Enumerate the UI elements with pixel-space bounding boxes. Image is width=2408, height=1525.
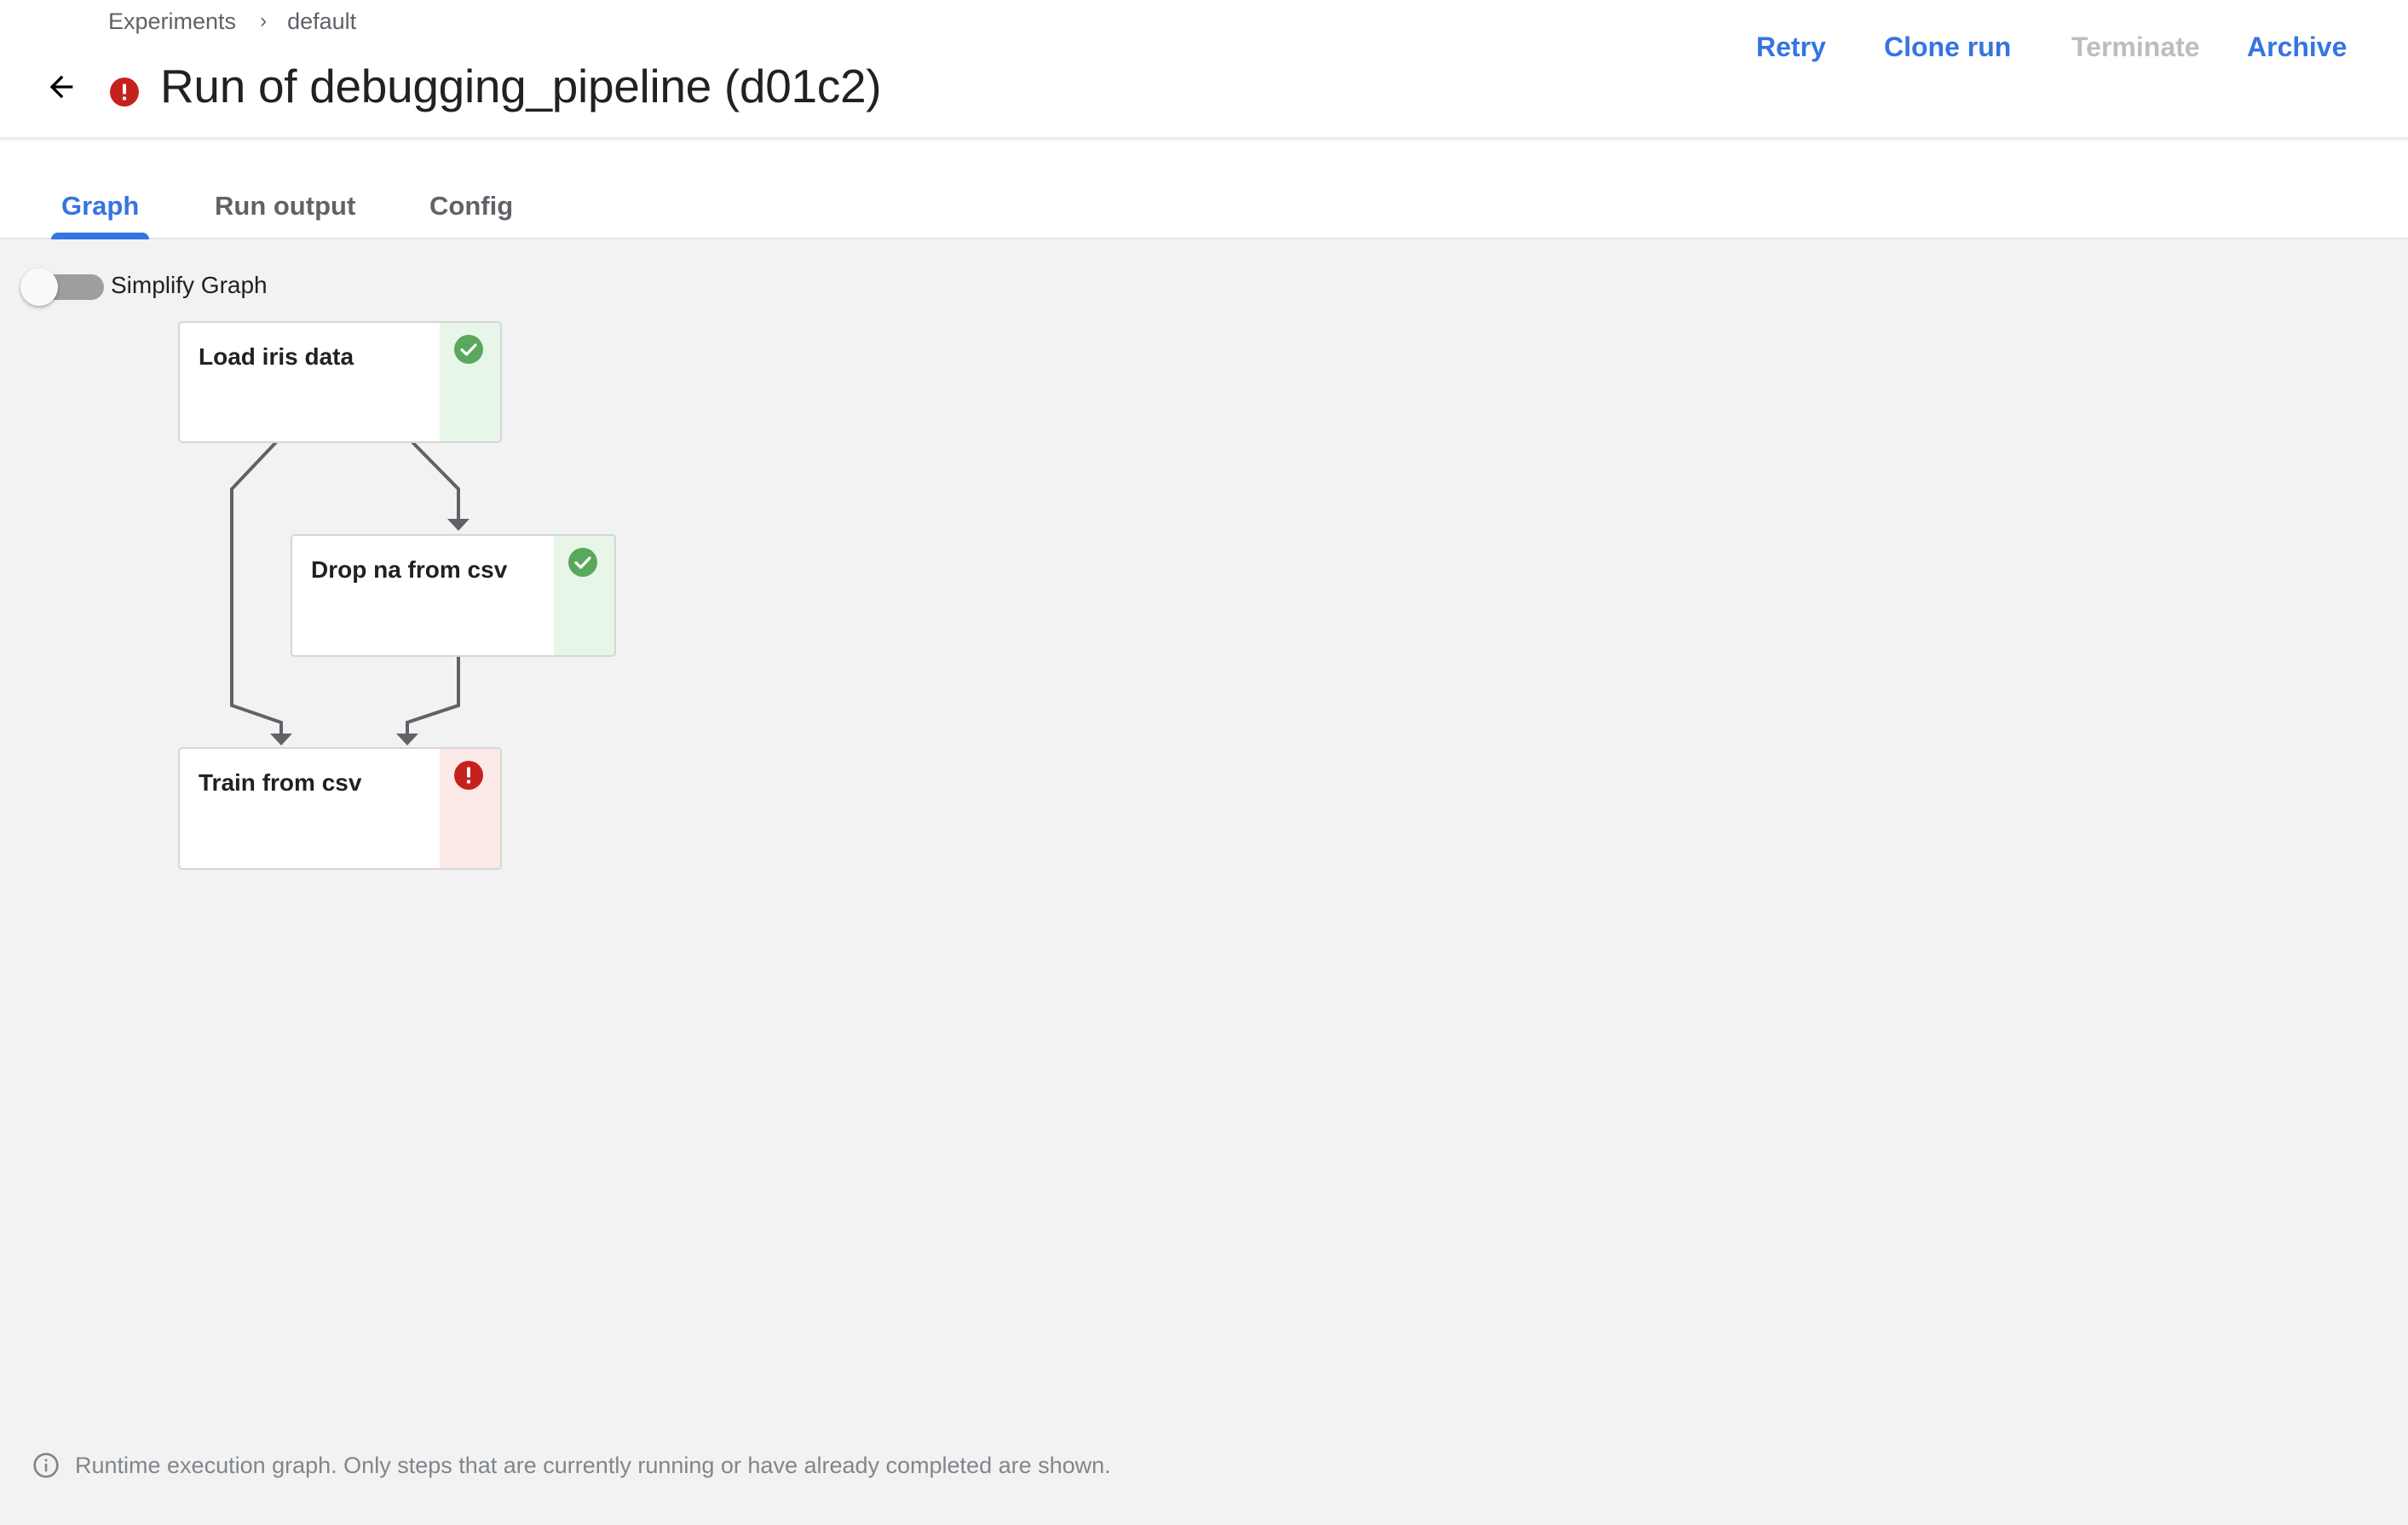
tab-graph[interactable]: Graph [61, 185, 139, 227]
graph-node-drop-na-from-csv[interactable]: Drop na from csv [291, 534, 616, 657]
graph-node-load-iris-data[interactable]: Load iris data [178, 321, 502, 443]
node-status-strip [440, 749, 500, 868]
error-icon [110, 78, 139, 106]
error-icon [454, 761, 483, 790]
run-details-page: Experiments › default Run of debugging_p… [0, 0, 2408, 1525]
tab-config[interactable]: Config [429, 185, 513, 227]
arrow-back-icon [49, 75, 73, 99]
breadcrumb: Experiments › default [108, 7, 356, 36]
back-button[interactable] [39, 65, 84, 109]
page-title: Run of debugging_pipeline (d01c2) [160, 60, 882, 112]
node-status-strip [440, 323, 500, 441]
edge-load-to-dropna [410, 440, 460, 521]
arrowhead-train-left [270, 734, 292, 745]
page-header: Experiments › default Run of debugging_p… [0, 0, 2408, 139]
chevron-right-icon: › [260, 9, 268, 32]
check-circle-icon [568, 548, 597, 577]
graph-node-train-from-csv[interactable]: Train from csv [178, 747, 502, 870]
info-note-text: Runtime execution graph. Only steps that… [75, 1452, 1111, 1478]
tab-bar: Graph Run output Config [0, 141, 2408, 239]
arrowhead-train-right [396, 734, 418, 745]
breadcrumb-default[interactable]: default [287, 9, 356, 35]
node-status-strip [554, 536, 614, 655]
clone-run-button[interactable]: Clone run [1884, 27, 2011, 66]
node-label: Train from csv [199, 769, 362, 796]
node-label: Load iris data [199, 343, 354, 370]
graph-panel: Simplify Graph Load iris data Drop na fr… [0, 239, 2408, 1525]
arrowhead-dropna [447, 519, 470, 531]
edge-load-to-train [230, 440, 283, 735]
tab-run-output[interactable]: Run output [215, 185, 355, 227]
breadcrumb-experiments[interactable]: Experiments [108, 9, 236, 35]
edge-dropna-to-train [406, 657, 460, 735]
retry-button[interactable]: Retry [1756, 27, 1826, 66]
check-circle-icon [454, 335, 483, 364]
active-tab-indicator [51, 233, 149, 239]
info-icon [33, 1453, 59, 1478]
archive-button[interactable]: Archive [2247, 27, 2347, 66]
graph-info-note: Runtime execution graph. Only steps that… [32, 1447, 1111, 1484]
node-label: Drop na from csv [311, 556, 508, 583]
terminate-button: Terminate [2071, 27, 2200, 66]
